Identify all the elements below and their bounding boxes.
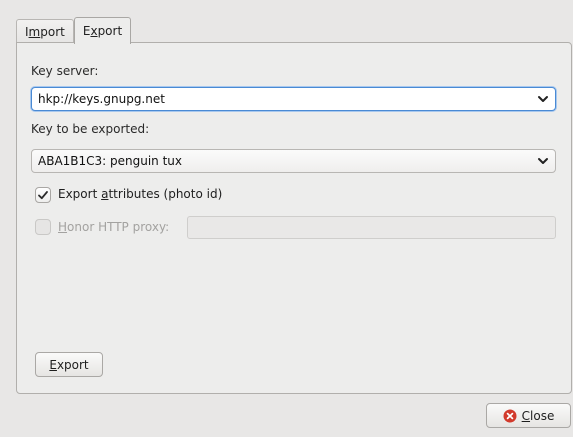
key-export-label: Key to be exported: <box>31 122 150 136</box>
close-button-label: Close <box>521 408 555 423</box>
export-attributes-checkbox[interactable] <box>35 187 51 203</box>
close-icon <box>503 409 517 423</box>
key-server-label: Key server: <box>31 64 99 78</box>
tab-import[interactable]: Import <box>16 19 74 43</box>
tab-export[interactable]: Export <box>73 17 132 44</box>
proxy-input[interactable] <box>187 216 556 239</box>
key-server-combobox[interactable]: hkp://keys.gnupg.net <box>31 87 556 111</box>
key-server-value: hkp://keys.gnupg.net <box>38 92 165 106</box>
key-export-combobox[interactable]: ABA1B1C3: penguin tux <box>31 149 556 173</box>
chevron-down-icon <box>538 96 548 102</box>
honor-proxy-checkbox[interactable] <box>35 219 51 235</box>
export-attributes-label[interactable]: Export attributes (photo id) <box>58 187 222 201</box>
key-export-value: ABA1B1C3: penguin tux <box>38 154 183 168</box>
honor-proxy-label: Honor HTTP proxy: <box>58 220 170 234</box>
tab-export-label: Export <box>82 24 123 38</box>
tab-bar: Import Export <box>16 17 132 44</box>
checkmark-icon <box>38 191 48 200</box>
export-button-label: Export <box>49 357 89 372</box>
export-button[interactable]: Export <box>35 352 103 377</box>
close-button[interactable]: Close <box>486 403 571 428</box>
tab-import-label: Import <box>25 24 65 39</box>
chevron-down-icon <box>538 158 548 164</box>
